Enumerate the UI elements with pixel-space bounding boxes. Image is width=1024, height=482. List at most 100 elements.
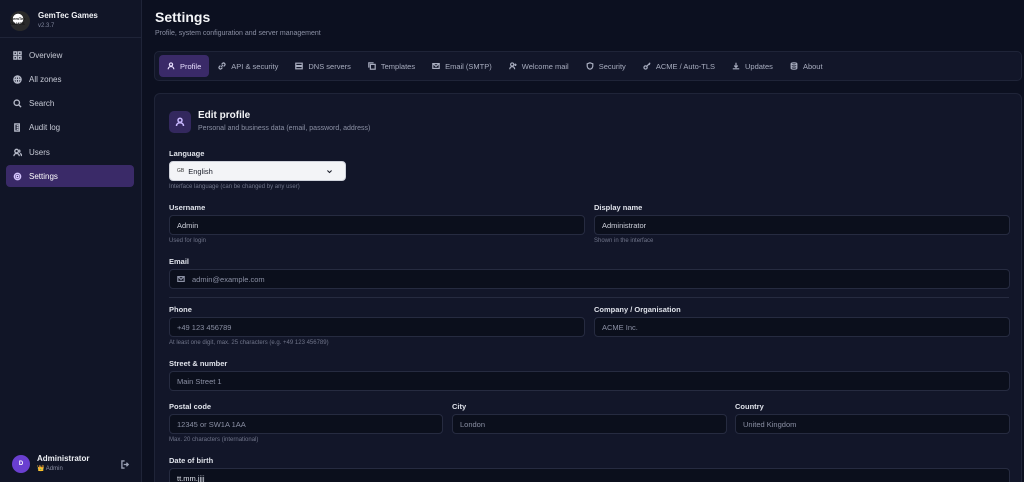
company-placeholder: ACME Inc.	[602, 322, 638, 332]
language-value: English	[188, 166, 213, 176]
sidebar-item-overview[interactable]: Overview	[6, 44, 134, 66]
user-icon	[167, 62, 175, 70]
tab-about[interactable]: About	[782, 55, 831, 77]
card-description: Personal and business data (email, passw…	[198, 125, 371, 132]
tab-label: About	[802, 61, 823, 71]
sidebar-item-users[interactable]: Users	[6, 141, 134, 163]
tab-label: Updates	[745, 61, 773, 71]
company-field[interactable]: ACME Inc.	[594, 317, 1010, 337]
city-placeholder: London	[460, 419, 486, 429]
phone-field[interactable]: +49 123 456789	[169, 317, 585, 337]
mail-icon	[432, 63, 440, 69]
copy-icon	[368, 62, 376, 70]
tab-label: Profile	[180, 61, 202, 71]
city-label: City	[452, 402, 467, 411]
tab-api-security[interactable]: API & security	[210, 55, 286, 77]
user-role: 👑 Admin	[37, 466, 63, 472]
display-name-value: Administrator	[602, 220, 647, 230]
brand[interactable]: GemTec GAMES GemTec Games v2.3.7	[10, 6, 98, 36]
sidebar-item-search[interactable]: Search	[6, 93, 134, 115]
postal-code-hint: Max. 20 characters (international)	[169, 437, 259, 443]
language-hint: Interface language (can be changed by an…	[169, 184, 300, 190]
postal-code-placeholder: 12345 or SW1A 1AA	[177, 419, 246, 429]
user-name: Administrator	[37, 454, 90, 463]
logout-icon[interactable]	[121, 459, 130, 469]
card-title: Edit profile	[198, 110, 251, 121]
brand-name: GemTec Games	[38, 11, 98, 20]
language-label: Language	[169, 149, 205, 158]
display-name-label: Display name	[594, 203, 643, 212]
user-plus-icon	[508, 62, 517, 70]
tab-acme-auto-tls[interactable]: ACME / Auto-TLS	[635, 55, 723, 77]
street-field[interactable]: Main Street 1	[169, 371, 1010, 391]
tab-updates[interactable]: Updates	[724, 55, 781, 77]
mail-icon	[177, 276, 185, 282]
email-field[interactable]: admin@example.com	[169, 269, 1010, 289]
scroll-icon	[14, 123, 20, 133]
database-icon	[790, 62, 798, 70]
postal-code-field[interactable]: 12345 or SW1A 1AA	[169, 414, 443, 434]
edit-profile-card: Edit profile Personal and business data …	[154, 93, 1022, 482]
sidebar-nav: Overview All zones Search Audit log User…	[6, 44, 134, 190]
tab-security[interactable]: Security	[578, 55, 634, 77]
card-icon	[169, 111, 191, 133]
country-field[interactable]: United Kingdom	[735, 414, 1010, 434]
sidebar-item-label: All zones	[29, 74, 62, 84]
grid-icon	[13, 50, 22, 60]
gear-icon	[13, 172, 22, 181]
language-select[interactable]: GB English	[169, 161, 346, 181]
page-title: Settings	[155, 9, 211, 25]
tab-templates[interactable]: Templates	[360, 55, 423, 77]
display-name-field[interactable]: Administrator	[594, 215, 1010, 235]
username-value: Admin	[177, 220, 199, 230]
sidebar-item-label: Search	[29, 99, 55, 109]
username-hint: Used for login	[169, 238, 207, 244]
sidebar-divider	[0, 37, 141, 38]
sidebar-item-label: Users	[29, 147, 50, 157]
page-subtitle: Profile, system configuration and server…	[155, 30, 321, 37]
user-profile[interactable]: D Administrator 👑 Admin	[12, 452, 130, 476]
shield-icon	[586, 62, 594, 70]
dob-placeholder: tt.mm.jjjj	[177, 473, 205, 482]
city-field[interactable]: London	[452, 414, 727, 434]
brand-version: v2.3.7	[38, 23, 55, 29]
phone-hint: At least one digit, max. 25 characters (…	[169, 340, 329, 346]
tab-label: API & security	[231, 61, 279, 71]
sidebar-item-label: Overview	[29, 50, 63, 60]
tab-label: Email (SMTP)	[445, 61, 492, 71]
download-icon	[732, 62, 740, 70]
flag-gb-icon: GB	[177, 168, 185, 174]
username-label: Username	[169, 203, 206, 212]
search-icon	[13, 99, 22, 108]
tab-welcome-mail[interactable]: Welcome mail	[501, 55, 577, 77]
sidebar: GemTec GAMES GemTec Games v2.3.7 Overvie…	[0, 0, 142, 482]
tab-label: DNS servers	[308, 61, 351, 71]
sidebar-item-settings[interactable]: Settings	[6, 165, 134, 188]
tab-dns-servers[interactable]: DNS servers	[287, 55, 359, 77]
tab-label: Templates	[380, 61, 416, 71]
sidebar-item-all-zones[interactable]: All zones	[6, 68, 134, 90]
tab-profile[interactable]: Profile	[159, 55, 210, 77]
street-placeholder: Main Street 1	[177, 376, 222, 386]
chevron-down-icon	[327, 170, 332, 174]
street-label: Street & number	[169, 359, 228, 368]
key-icon	[643, 62, 651, 70]
email-placeholder: admin@example.com	[192, 274, 265, 284]
sidebar-item-label: Settings	[29, 171, 58, 181]
username-field[interactable]: Admin	[169, 215, 585, 235]
dob-field[interactable]: tt.mm.jjjj	[169, 468, 1010, 482]
tab-label: ACME / Auto-TLS	[655, 61, 715, 71]
sidebar-item-audit-log[interactable]: Audit log	[6, 117, 134, 139]
main-content: Settings Profile, system configuration a…	[142, 0, 1024, 482]
avatar: D	[12, 455, 30, 473]
user-icon	[175, 117, 185, 127]
users-icon	[13, 148, 22, 156]
display-name-hint: Shown in the interface	[594, 238, 654, 244]
dob-label: Date of birth	[169, 456, 214, 465]
tab-label: Welcome mail	[521, 61, 569, 71]
section-divider	[169, 297, 1009, 298]
tab-email-smtp[interactable]: Email (SMTP)	[424, 55, 500, 77]
server-icon	[295, 62, 304, 70]
card-header: Edit profile Personal and business data …	[169, 109, 370, 135]
email-label: Email	[169, 257, 190, 266]
